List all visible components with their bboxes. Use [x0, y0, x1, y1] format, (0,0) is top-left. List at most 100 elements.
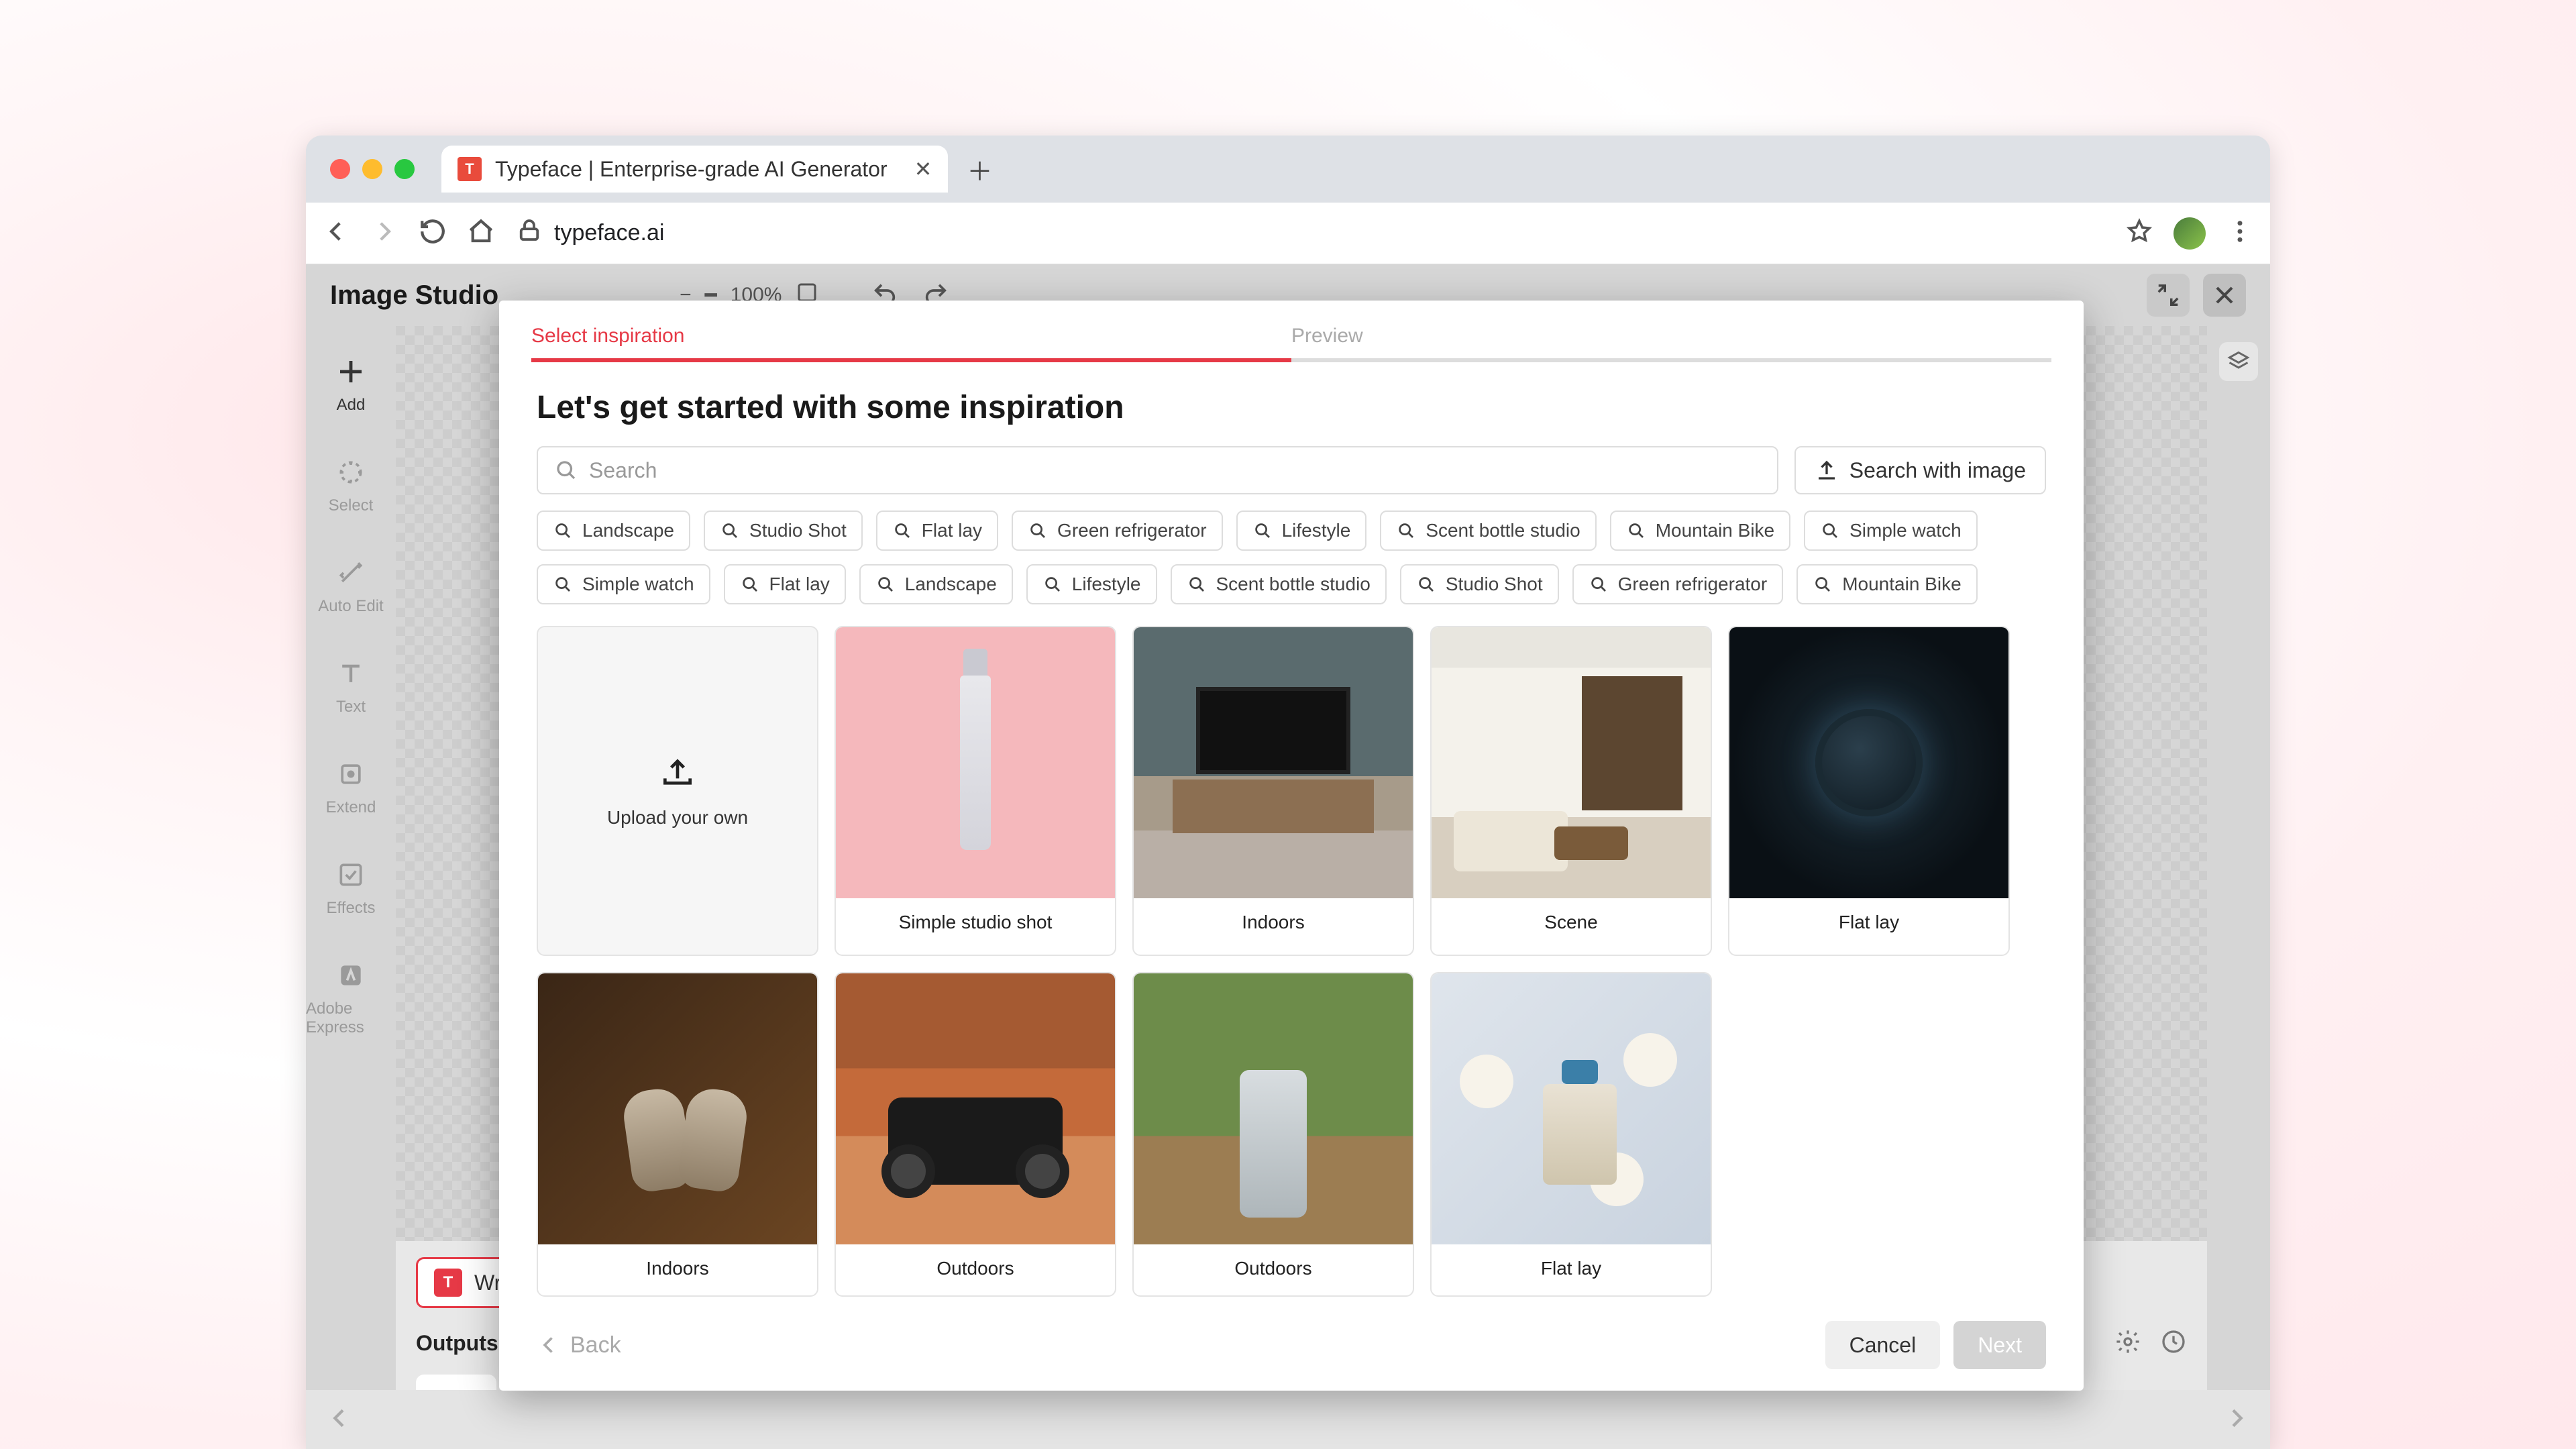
tool-label: Text: [336, 698, 366, 716]
step-select-inspiration[interactable]: Select inspiration: [531, 325, 1291, 362]
tool-adobe-express[interactable]: Adobe Express: [306, 950, 396, 1045]
minimize-window-button[interactable]: [362, 159, 382, 179]
chip-simple-watch[interactable]: Simple watch: [1804, 511, 1978, 551]
forward-icon[interactable]: [370, 217, 398, 249]
back-icon[interactable]: [322, 217, 350, 249]
url-text: typeface.ai: [554, 220, 664, 246]
right-strip: [2207, 326, 2270, 1449]
inspiration-card[interactable]: Outdoors: [835, 972, 1116, 1297]
tool-label: Auto Edit: [318, 597, 383, 616]
inspiration-card[interactable]: Flat lay: [1728, 626, 2010, 956]
maximize-window-button[interactable]: [394, 159, 415, 179]
window-controls: [319, 159, 425, 179]
home-icon[interactable]: [467, 217, 495, 249]
tool-effects[interactable]: Effects: [306, 849, 396, 926]
chip-label: Lifestyle: [1072, 574, 1141, 595]
cancel-button[interactable]: Cancel: [1825, 1321, 1941, 1369]
new-tab-button[interactable]: ＋: [967, 151, 992, 188]
next-page-icon[interactable]: [2223, 1405, 2250, 1435]
url-box[interactable]: typeface.ai: [515, 216, 2105, 250]
close-panel-icon[interactable]: [2203, 274, 2246, 317]
tool-extend[interactable]: Extend: [306, 749, 396, 825]
search-with-image-button[interactable]: Search with image: [1794, 446, 2046, 494]
address-bar: typeface.ai: [306, 203, 2270, 264]
chip-scent-bottle-studio[interactable]: Scent bottle studio: [1380, 511, 1596, 551]
chip-flat-lay[interactable]: Flat lay: [876, 511, 998, 551]
favicon: T: [458, 157, 482, 181]
upload-own-label: Upload your own: [607, 807, 748, 828]
back-link[interactable]: Back: [537, 1332, 621, 1358]
back-label: Back: [570, 1332, 621, 1358]
tool-add[interactable]: Add: [306, 346, 396, 423]
inspiration-card[interactable]: Outdoors: [1132, 972, 1414, 1297]
upload-own-card[interactable]: Upload your own: [537, 626, 818, 956]
write-badge: T: [434, 1269, 462, 1297]
chip-studio-shot[interactable]: Studio Shot: [1400, 564, 1559, 604]
more-icon[interactable]: [2226, 217, 2254, 249]
card-caption: Scene: [1432, 898, 1711, 949]
chip-scent-bottle-studio[interactable]: Scent bottle studio: [1171, 564, 1387, 604]
inspiration-card[interactable]: Scene: [1430, 626, 1712, 956]
extend-icon: [333, 757, 368, 792]
chip-green-refrigerator[interactable]: Green refrigerator: [1012, 511, 1223, 551]
layers-icon[interactable]: [2219, 342, 2258, 381]
prev-page-icon[interactable]: [326, 1405, 353, 1435]
cancel-label: Cancel: [1849, 1333, 1917, 1358]
search-icon: [1820, 521, 1840, 541]
tool-auto-edit[interactable]: Auto Edit: [306, 547, 396, 624]
step-preview[interactable]: Preview: [1291, 325, 2051, 362]
reload-icon[interactable]: [419, 217, 447, 249]
chips-row-1: Landscape Studio Shot Flat lay Green refrig…: [537, 511, 2046, 551]
arrow-left-icon: [537, 1333, 561, 1357]
search-icon: [1589, 574, 1609, 594]
history-icon[interactable]: [2160, 1328, 2187, 1358]
modal-heading: Let's get started with some inspiration: [499, 362, 2084, 446]
close-tab-icon[interactable]: ✕: [914, 156, 932, 182]
chip-green-refrigerator[interactable]: Green refrigerator: [1572, 564, 1784, 604]
chip-lifestyle[interactable]: Lifestyle: [1026, 564, 1157, 604]
inspiration-card[interactable]: Flat lay: [1430, 972, 1712, 1297]
search-input[interactable]: Search: [537, 446, 1778, 494]
settings-icon[interactable]: [2114, 1328, 2141, 1358]
chip-mountain-bike[interactable]: Mountain Bike: [1796, 564, 1977, 604]
autoedit-icon: [333, 555, 368, 590]
collapse-icon[interactable]: [2147, 274, 2190, 317]
tool-select[interactable]: Select: [306, 447, 396, 523]
inspiration-card[interactable]: Simple studio shot: [835, 626, 1116, 956]
close-window-button[interactable]: [330, 159, 350, 179]
search-icon: [1626, 521, 1646, 541]
inspiration-card[interactable]: Indoors: [537, 972, 818, 1297]
plus-icon: [333, 354, 368, 389]
tool-label: Extend: [326, 798, 376, 817]
profile-avatar[interactable]: [2174, 217, 2206, 250]
next-button[interactable]: Next: [1953, 1321, 2046, 1369]
browser-tab[interactable]: T Typeface | Enterprise-grade AI Generat…: [441, 146, 948, 193]
search-icon: [1028, 521, 1048, 541]
chip-mountain-bike[interactable]: Mountain Bike: [1610, 511, 1790, 551]
search-icon: [554, 458, 578, 482]
tool-label: Add: [337, 396, 366, 415]
search-icon: [1396, 521, 1416, 541]
chip-lifestyle[interactable]: Lifestyle: [1236, 511, 1367, 551]
chip-label: Mountain Bike: [1842, 574, 1961, 595]
lock-icon: [515, 216, 543, 250]
chip-simple-watch[interactable]: Simple watch: [537, 564, 710, 604]
chip-label: Studio Shot: [1446, 574, 1543, 595]
chip-label: Flat lay: [769, 574, 830, 595]
chip-flat-lay[interactable]: Flat lay: [724, 564, 846, 604]
inspiration-card[interactable]: Indoors: [1132, 626, 1414, 956]
chips-row-2: Simple watch Flat lay Landscape Lifestyle Sc…: [537, 564, 2046, 604]
chip-studio-shot[interactable]: Studio Shot: [704, 511, 863, 551]
search-icon: [740, 574, 760, 594]
outputs-label: Outputs: [416, 1331, 498, 1356]
tool-text[interactable]: Text: [306, 648, 396, 724]
chip-landscape[interactable]: Landscape: [537, 511, 690, 551]
chip-landscape[interactable]: Landscape: [859, 564, 1013, 604]
search-icon: [553, 574, 573, 594]
star-icon[interactable]: [2125, 217, 2153, 249]
chip-label: Simple watch: [582, 574, 694, 595]
chip-label: Landscape: [582, 520, 674, 541]
tool-label: Select: [329, 496, 374, 515]
inspiration-modal: Select inspirationPreview Let's get star…: [499, 301, 2084, 1391]
upload-icon: [659, 753, 696, 791]
